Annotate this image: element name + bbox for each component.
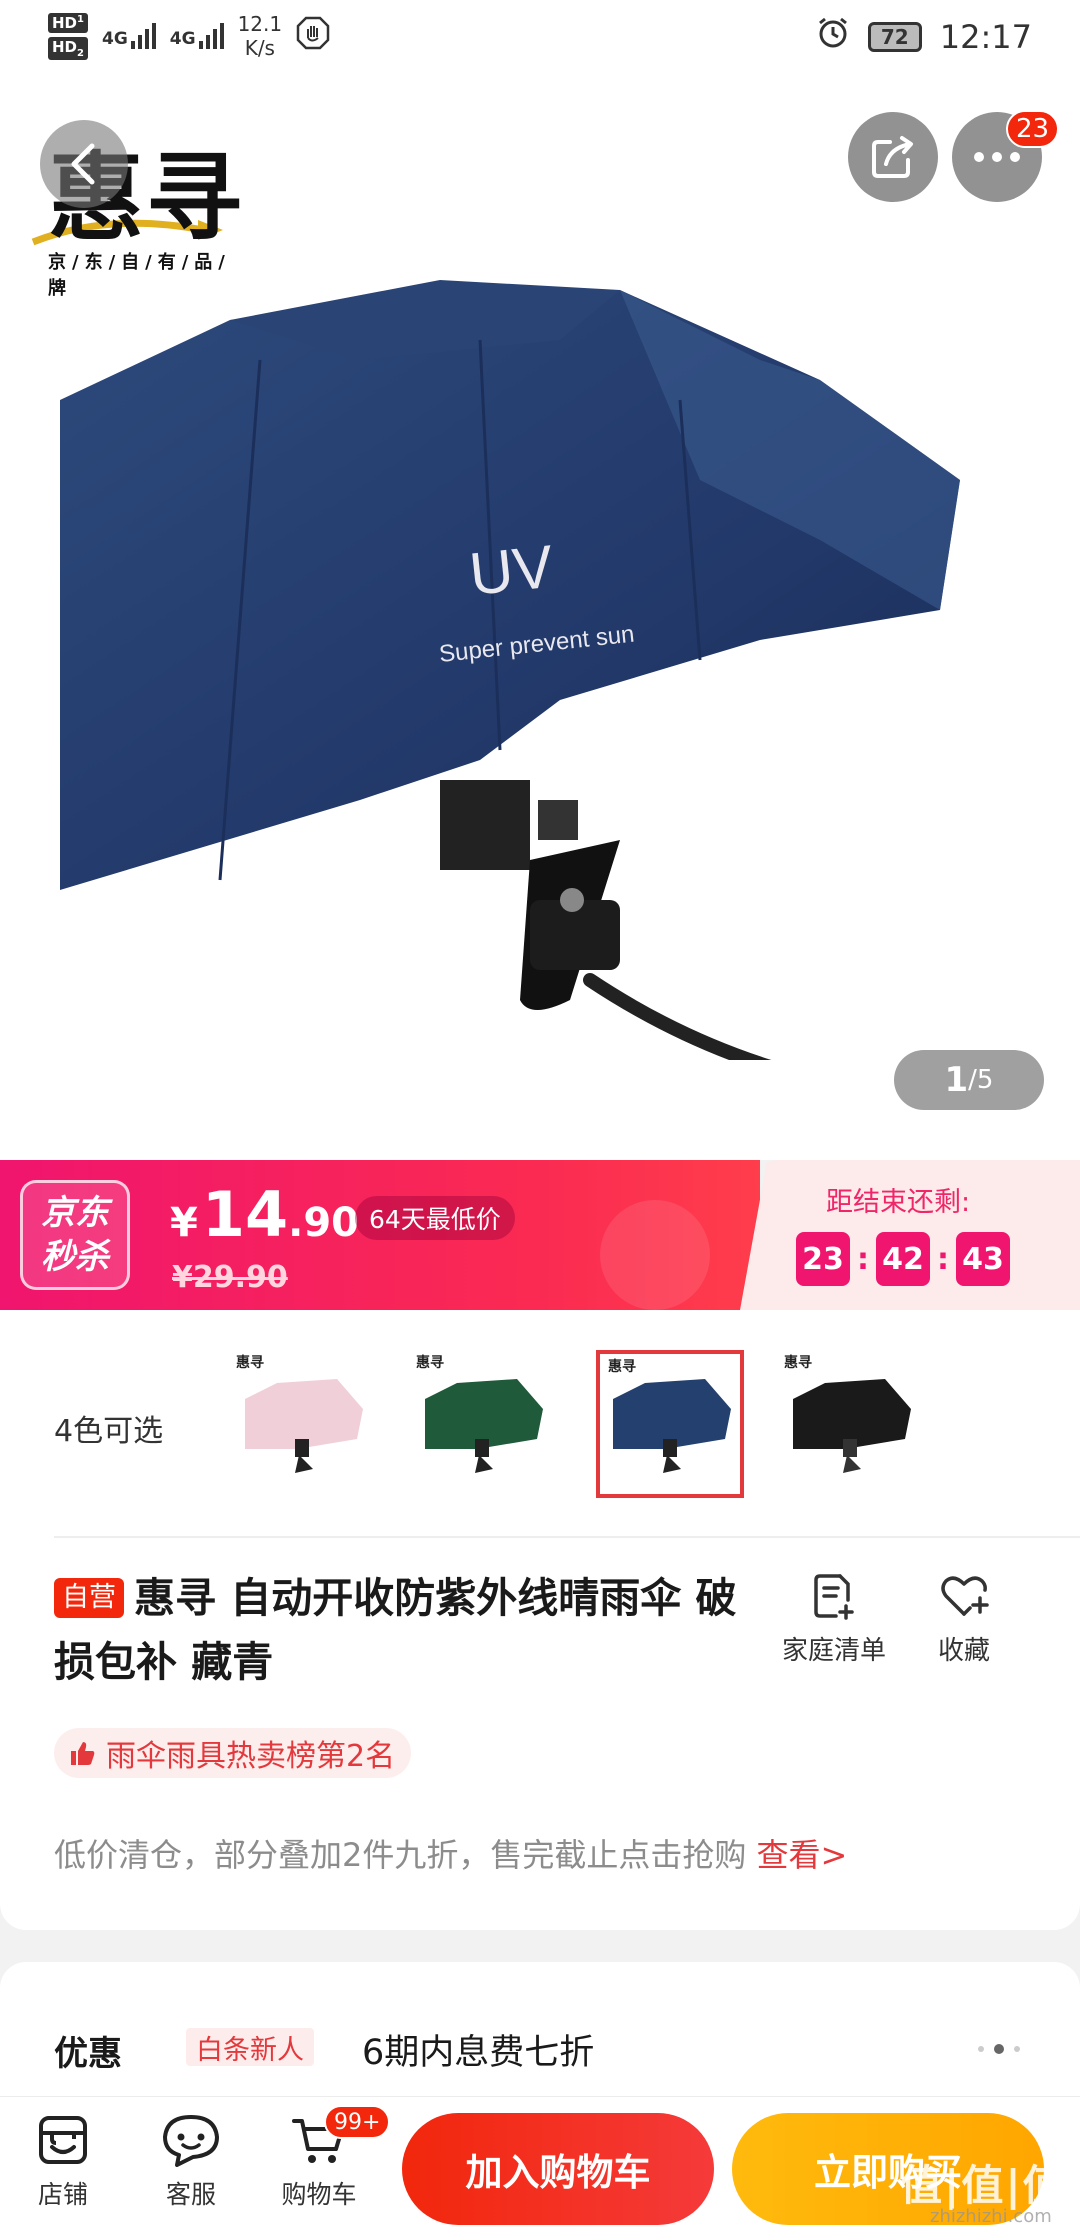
hd-indicators: HD1 HD2 (48, 12, 88, 60)
view-promo-link[interactable]: 查看> (757, 1836, 848, 1874)
lowest-price-tag: 64天最低价 (355, 1196, 515, 1240)
hand-icon (296, 16, 330, 56)
hd2-icon: HD2 (48, 36, 88, 60)
umbrella-thumb-black (793, 1379, 911, 1473)
product-detail-page: HD1 HD2 4G 4G 12.1 K/s 72 12:17 惠寻 京/东/自… (0, 0, 1080, 2240)
cart-count-badge: 99+ (324, 2105, 391, 2139)
thumbs-up-icon (71, 1742, 95, 1765)
jd-seckill-logo: 京东 秒杀 (20, 1180, 130, 1290)
discount-carousel-dots (978, 2044, 1020, 2054)
shop-button[interactable]: 店铺 (8, 2113, 118, 2211)
watermark-logo: 值|值|值 (900, 2161, 1067, 2210)
hd1-icon: HD1 (48, 12, 88, 33)
product-title: 自营 惠寻 自动开收防紫外线晴雨伞 破损包补 藏青 (54, 1574, 737, 1686)
notification-badge: 23 (1006, 110, 1060, 148)
color-swatch-black[interactable]: 惠寻 (776, 1350, 924, 1498)
back-button[interactable] (40, 120, 128, 208)
umbrella-thumb-navy (613, 1379, 731, 1473)
chat-bubble-icon (163, 2115, 219, 2167)
countdown-label: 距结束还剩: (826, 1187, 971, 1218)
original-price: ¥29.90 (172, 1260, 288, 1295)
gallery-pager: 1 /5 (894, 1050, 1044, 1110)
status-left: HD1 HD2 4G 4G 12.1 K/s (48, 12, 330, 60)
countdown-timer: 23 : 42 : 43 (796, 1232, 1010, 1286)
product-info-card: 4色可选 惠寻 惠寻 惠寻 惠寻 自营 惠寻 自动开收防紫外线晴雨伞 破损包补 藏… (0, 1310, 1080, 1930)
family-list-button[interactable]: 家庭清单 (782, 1572, 886, 1667)
clock: 12:17 (939, 18, 1032, 56)
signal-2: 4G (170, 23, 224, 49)
discount-text: 6期内息费七折 (362, 2033, 595, 2073)
back-arrow-icon (71, 143, 95, 185)
current-price: ¥ 14 .90 (170, 1178, 359, 1251)
clock-decoration-icon (600, 1200, 710, 1310)
promo-text: 低价清仓，部分叠加2件九折，售完截止点击抢购 查看> (54, 1836, 848, 1874)
color-selector: 4色可选 惠寻 惠寻 惠寻 惠寻 (0, 1310, 1080, 1536)
shop-icon (39, 2116, 87, 2164)
add-to-cart-button[interactable]: 加入购物车 (402, 2113, 714, 2225)
watermark-url: zhizhizhi.com (930, 2206, 1052, 2227)
countdown-minutes: 42 (876, 1232, 930, 1286)
umbrella-thumb-green (425, 1379, 543, 1473)
self-operated-badge: 自营 (54, 1578, 124, 1618)
color-swatch-navy-selected[interactable]: 惠寻 (596, 1350, 744, 1498)
cart-button[interactable]: 购物车 99+ (264, 2105, 391, 2211)
signal-bars-icon (198, 23, 224, 49)
umbrella-thumb-pink (245, 1379, 363, 1473)
status-bar: HD1 HD2 4G 4G 12.1 K/s 72 12:17 (0, 0, 1080, 80)
share-button[interactable] (848, 112, 938, 202)
umbrella-uv-text: UV (466, 533, 556, 608)
countdown-seconds: 43 (956, 1232, 1010, 1286)
battery-icon: 72 (867, 22, 922, 52)
customer-service-button[interactable]: 客服 (136, 2113, 246, 2211)
flash-sale-price-panel: 京东 秒杀 ¥ 14 .90 64天最低价 ¥29.90 (0, 1160, 760, 1310)
countdown-hours: 23 (796, 1232, 850, 1286)
product-gallery[interactable]: 惠寻 京/东/自/有/品/牌 23 UV Super prevent sun 1… (0, 80, 1080, 1160)
heart-add-icon (941, 1576, 989, 1616)
ranking-tag[interactable]: 雨伞雨具热卖榜第2名 (54, 1728, 412, 1778)
alarm-icon (816, 16, 850, 58)
status-right: 72 12:17 (816, 16, 1032, 58)
discount-label: 优惠 (54, 2034, 122, 2074)
signal-1: 4G (102, 23, 156, 49)
color-swatch-pink[interactable]: 惠寻 (228, 1350, 376, 1498)
color-count-label: 4色可选 (54, 1414, 164, 1449)
net-speed: 12.1 K/s (237, 12, 283, 60)
list-add-icon (814, 1574, 854, 1620)
baitiao-new-user-tag: 白条新人 (186, 2028, 314, 2066)
favorite-button[interactable]: 收藏 (938, 1572, 990, 1667)
divider (54, 1536, 1080, 1538)
more-icon (974, 152, 1020, 162)
share-icon (872, 136, 913, 178)
color-swatch-green[interactable]: 惠寻 (408, 1350, 556, 1498)
signal-bars-icon (130, 23, 156, 49)
flash-sale-banner: 京东 秒杀 ¥ 14 .90 64天最低价 ¥29.90 距结束还剩: 23 :… (0, 1160, 1080, 1310)
umbrella-image: UV Super prevent sun (60, 280, 960, 1060)
